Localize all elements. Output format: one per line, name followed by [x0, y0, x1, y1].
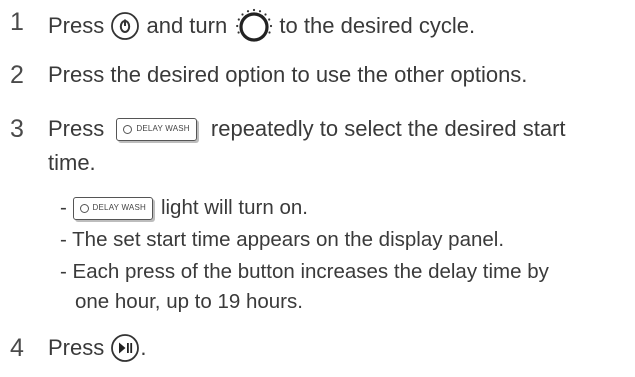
bullet-item: - The set start time appears on the disp…: [60, 228, 505, 251]
step-4-text: Press .: [48, 333, 146, 363]
step-3-text: Press DELAY WASH repeatedly to select th…: [48, 116, 566, 141]
bullet-item: - Each press of the button increases the…: [60, 260, 549, 283]
bullet-item-continued: one hour, up to 19 hours.: [75, 290, 303, 313]
power-button-icon: [111, 12, 140, 40]
bullet-item: - DELAY WASH light will turn on.: [60, 196, 308, 220]
indicator-light-icon: [123, 124, 133, 134]
step-2-text: Press the desired option to use the othe…: [48, 62, 528, 87]
delay-wash-button: DELAY WASH: [116, 117, 197, 141]
cycle-dial-icon: [236, 8, 273, 42]
step-number: 2: [10, 61, 24, 89]
step-number: 1: [10, 8, 24, 36]
start-pause-button-icon: [111, 334, 140, 362]
step-number: 3: [10, 115, 24, 143]
step-1-text: Press and turn to the desired cycle.: [48, 7, 475, 45]
step-3-text-continued: time.: [48, 150, 96, 175]
step-number: 4: [10, 334, 24, 362]
indicator-light-icon: [79, 203, 89, 213]
delay-wash-button: DELAY WASH: [72, 196, 153, 220]
